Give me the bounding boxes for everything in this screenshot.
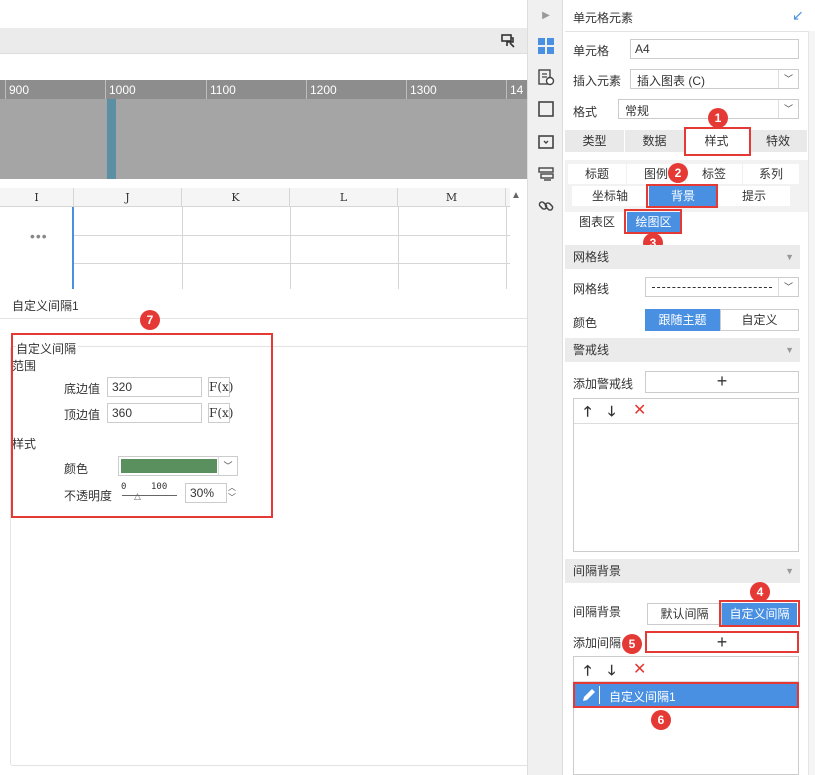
sheet-grid[interactable] [0,207,510,289]
scroll-up-icon[interactable]: ▲ [511,190,521,201]
highlight-box-4 [719,600,800,627]
collapse-icon[interactable]: ▼ [785,338,794,362]
collapse-icon[interactable]: ▼ [785,559,794,583]
subtab-series[interactable]: 系列 [743,164,799,184]
collapse-arrow-icon[interactable]: ↙ [792,7,804,24]
interval-item-label: 自定义间隔1 [609,690,676,704]
toolbar [0,28,527,54]
move-down-icon[interactable]: 🡓 [608,401,615,425]
interval-background-label: 间隔背景 [573,605,622,619]
collapse-icon[interactable]: ▼ [785,245,794,269]
section-title: 警戒线 [573,343,610,357]
section-title: 网格线 [573,250,610,264]
canvas-marker [107,99,116,179]
expand-arrow-icon[interactable]: ▶ [537,10,555,28]
color-follow-theme-button[interactable]: 跟随主题 [645,309,720,331]
interval-list-item[interactable]: 自定义间隔1 [573,682,799,708]
top-bar [0,0,527,28]
interval-list[interactable] [573,656,799,775]
panel-title-bar [0,289,560,319]
highlight-box-1 [684,127,751,156]
column-header[interactable]: J [74,188,182,207]
insert-element-value: 插入图表 (C) [637,74,705,88]
badge-4: 4 [750,582,770,602]
border-icon[interactable] [537,100,555,118]
badge-2: 2 [668,163,688,183]
side-icon-bar: ▶ [527,0,563,775]
tab-effect[interactable]: 特效 [749,130,808,152]
divider [565,31,808,32]
ruler-label: 1300 [410,83,437,97]
panel-title: 自定义间隔1 [12,299,79,313]
grid-line-select[interactable]: ﹀ [645,277,799,297]
ruler-label: 900 [9,83,30,97]
badge-1: 1 [708,108,728,128]
highlight-box-3 [624,209,682,234]
cell-attribute-icon[interactable] [537,68,555,86]
section-title: 间隔背景 [573,564,622,578]
ruler: 900 1000 1100 1200 1300 14 [0,80,527,99]
subtab-tooltip[interactable]: 提示 [718,186,790,206]
section-header-alert[interactable]: 警戒线 ▼ [565,338,800,362]
grid-color-label: 颜色 [573,316,598,330]
subtab-title[interactable]: 标题 [568,164,626,184]
column-header-bar: I J K L M [0,188,510,207]
design-canvas[interactable] [0,99,527,179]
subtab-axis[interactable]: 坐标轴 [572,186,648,206]
tab-data[interactable]: 数据 [625,130,685,152]
ruler-label: 1100 [210,83,236,97]
column-header[interactable]: I [0,188,74,207]
more-dots-icon[interactable]: ••• [30,228,48,244]
subtab-label[interactable]: 标签 [686,164,742,184]
insert-element-label: 插入元素 [573,74,622,88]
ruler-label: 1200 [310,83,337,97]
chevron-down-icon[interactable]: ﹀ [778,100,798,118]
badge-5: 5 [622,634,642,654]
column-header[interactable]: M [398,188,506,207]
format-value: 常规 [625,104,650,118]
divider [599,686,600,704]
grid-line-label: 网格线 [573,282,610,296]
widget-icon[interactable] [537,133,555,151]
move-up-icon[interactable]: 🡑 [584,660,591,684]
chevron-down-icon[interactable]: ﹀ [778,70,798,88]
badge-7: 7 [140,310,160,330]
condition-icon[interactable] [537,166,555,184]
cell-label: 单元格 [573,44,610,58]
ruler-label: 14 [510,83,524,97]
add-alert-label: 添加警戒线 [573,377,634,391]
badge-6: 6 [651,710,671,730]
delete-icon[interactable]: ✕ [633,400,646,420]
move-down-icon[interactable]: 🡓 [608,660,615,684]
add-interval-label: 添加间隔 [573,636,622,650]
dashed-line-preview [652,287,772,288]
edit-pencil-icon[interactable] [581,687,597,703]
right-scrollbar[interactable] [808,31,815,775]
highlight-box-2 [646,184,718,208]
ruler-label: 1000 [109,83,136,97]
default-interval-button[interactable]: 默认间隔 [647,603,722,625]
insert-element-select[interactable]: 插入图表 (C) ﹀ [630,69,799,89]
move-up-icon[interactable]: 🡑 [584,401,591,425]
cell-element-icon[interactable] [537,37,555,55]
subtab-chart-area[interactable]: 图表区 [572,212,622,232]
alert-list[interactable] [573,398,799,552]
color-custom-button[interactable]: 自定义 [720,309,799,331]
chevron-down-icon[interactable]: ﹀ [778,278,798,296]
section-header-grid[interactable]: 网格线 ▼ [565,245,800,269]
format-painter-icon[interactable] [501,34,515,48]
column-header[interactable]: K [182,188,290,207]
add-interval-button[interactable]: + [645,631,799,653]
hyperlink-icon[interactable] [537,197,555,215]
add-alert-button[interactable]: + [645,371,799,393]
format-label: 格式 [573,105,598,119]
column-header[interactable]: L [290,188,398,207]
cell-input[interactable] [630,39,799,59]
right-panel-title: 单元格元素 [573,11,634,25]
delete-icon[interactable]: ✕ [633,659,646,679]
selected-cell[interactable] [0,207,74,289]
tab-type[interactable]: 类型 [565,130,625,152]
highlight-box-7 [11,333,273,518]
section-header-interval[interactable]: 间隔背景 ▼ [565,559,800,583]
